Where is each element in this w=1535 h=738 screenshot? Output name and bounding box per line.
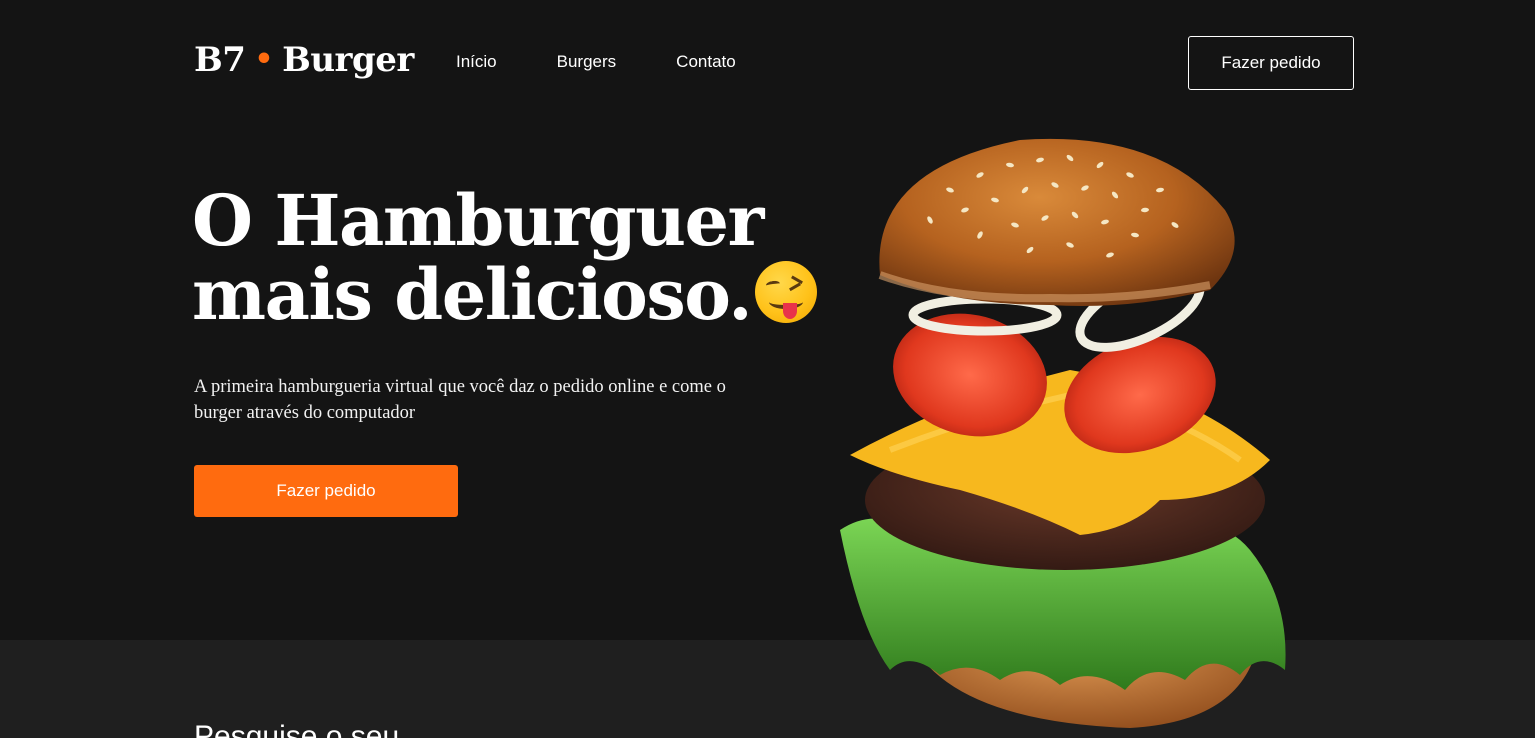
search-section-title: Pesquise o seu [194, 720, 400, 738]
main-nav: Início Burgers Contato [456, 52, 796, 72]
logo-text-burger: Burger [282, 40, 414, 80]
nav-link-burgers[interactable]: Burgers [557, 52, 617, 72]
headline-line-2: mais delicioso. [192, 258, 818, 332]
headline-line-1: O Hamburguer [192, 179, 764, 262]
header-order-button[interactable]: Fazer pedido [1188, 36, 1354, 90]
nav-link-inicio[interactable]: Início [456, 52, 497, 72]
brand-logo[interactable]: B7 • Burger [194, 40, 414, 80]
hero-subtitle: A primeira hamburgueria virtual que você… [194, 377, 726, 423]
face-savoring-food-icon [755, 261, 818, 323]
nav-link-contato[interactable]: Contato [676, 52, 736, 72]
logo-text-b7: B7 [194, 40, 246, 80]
floating-burger-image [840, 138, 1286, 728]
hero-headline: O Hamburguer mais delicioso. [192, 179, 818, 332]
logo-dot: • [254, 42, 274, 77]
headline-line-2-text: mais delicioso. [192, 253, 753, 336]
hero-order-button[interactable]: Fazer pedido [194, 465, 458, 517]
